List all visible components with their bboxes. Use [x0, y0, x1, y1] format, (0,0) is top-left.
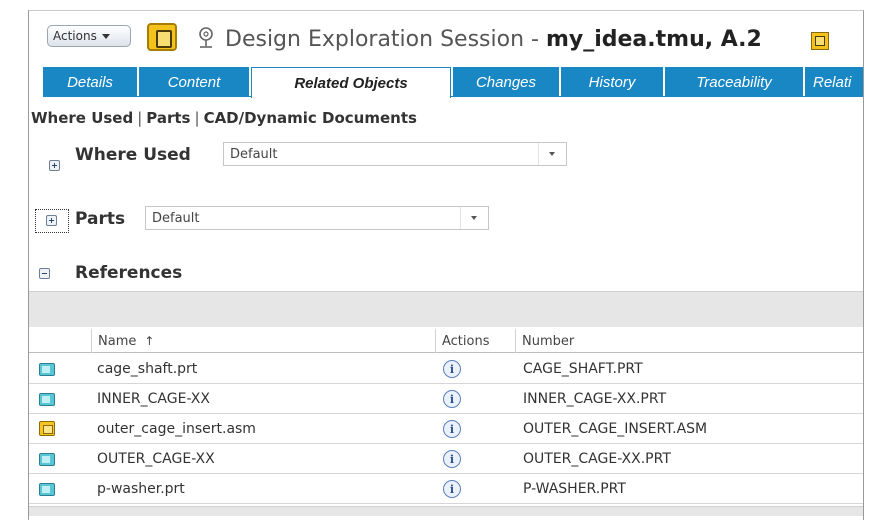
chevron-down-icon — [538, 143, 566, 165]
tab-bar: Details Content Related Objects Changes … — [43, 67, 863, 98]
row-name-link[interactable]: cage_shaft.prt — [97, 354, 197, 384]
actions-menu-label: Actions — [53, 29, 97, 43]
workspace-object-icon — [811, 32, 829, 50]
parts-view-select[interactable]: Default — [145, 206, 489, 230]
part-icon — [39, 363, 55, 376]
object-type-icon — [147, 23, 177, 51]
part-icon — [39, 453, 55, 466]
row-number: P-WASHER.PRT — [523, 481, 626, 497]
column-header-actions[interactable]: Actions — [435, 329, 515, 353]
assembly-icon — [39, 421, 55, 436]
table-row[interactable]: outer_cage_insert.asm i OUTER_CAGE_INSER… — [29, 414, 863, 444]
table-row[interactable]: OUTER_CAGE-XX i OUTER_CAGE-XX.PRT — [29, 444, 863, 474]
row-number: CAGE_SHAFT.PRT — [523, 361, 643, 377]
row-name-link[interactable]: p-washer.prt — [97, 474, 185, 504]
tab-content[interactable]: Content — [139, 67, 249, 97]
tab-related-objects[interactable]: Related Objects — [251, 67, 451, 98]
tab-history[interactable]: History — [561, 67, 663, 97]
info-icon[interactable]: i — [443, 360, 461, 378]
subnav-parts-link[interactable]: Parts — [146, 109, 190, 127]
page-header: Actions Design Exploration Session - my_… — [29, 11, 863, 67]
subnav-cad-documents-link[interactable]: CAD/Dynamic Documents — [204, 109, 417, 127]
table-row[interactable]: INNER_CAGE-XX i INNER_CAGE-XX.PRT — [29, 384, 863, 414]
location-pin-icon — [199, 27, 213, 48]
info-icon[interactable]: i — [443, 390, 461, 408]
where-used-view-select[interactable]: Default — [223, 142, 567, 166]
table-footer-bar — [29, 506, 863, 516]
row-number: OUTER_CAGE-XX.PRT — [523, 451, 671, 467]
tab-details[interactable]: Details — [43, 67, 137, 97]
references-collapse-toggle[interactable] — [39, 268, 50, 279]
object-page: Actions Design Exploration Session - my_… — [28, 10, 864, 520]
actions-menu-button[interactable]: Actions — [47, 25, 131, 47]
parts-view-value: Default — [152, 210, 200, 226]
row-name-link[interactable]: INNER_CAGE-XX — [97, 384, 210, 414]
where-used-expand-toggle[interactable] — [49, 160, 60, 171]
column-header-name[interactable]: Name ↑ — [91, 329, 435, 353]
part-icon — [39, 393, 55, 406]
row-number: INNER_CAGE-XX.PRT — [523, 391, 667, 407]
row-name-link[interactable]: outer_cage_insert.asm — [97, 414, 256, 444]
references-heading: References — [75, 263, 183, 283]
row-number: OUTER_CAGE_INSERT.ASM — [523, 421, 708, 437]
info-icon[interactable]: i — [443, 450, 461, 468]
row-name-link[interactable]: OUTER_CAGE-XX — [97, 444, 215, 474]
page-title: Design Exploration Session - my_idea.tmu… — [225, 27, 762, 52]
info-icon[interactable]: i — [443, 480, 461, 498]
where-used-heading: Where Used — [75, 145, 191, 165]
subnav-where-used-link[interactable]: Where Used — [31, 109, 133, 127]
chevron-down-icon — [101, 33, 110, 39]
subnav-separator: | — [137, 109, 143, 127]
chevron-down-icon — [460, 207, 488, 229]
subnav-separator: | — [194, 109, 200, 127]
column-header-number[interactable]: Number — [515, 329, 863, 353]
related-objects-subnav: Where Used | Parts | CAD/Dynamic Documents — [31, 109, 417, 127]
page-title-separator: - — [524, 27, 546, 52]
info-icon[interactable]: i — [443, 420, 461, 438]
column-name-label: Name — [98, 333, 137, 349]
page-title-type: Design Exploration Session — [225, 27, 525, 52]
tab-traceability[interactable]: Traceability — [665, 67, 803, 97]
where-used-view-value: Default — [230, 146, 278, 162]
tab-relationships[interactable]: Relati — [805, 67, 863, 97]
part-icon — [39, 483, 55, 496]
page-title-object: my_idea.tmu, A.2 — [545, 27, 762, 52]
parts-expand-toggle[interactable] — [46, 215, 57, 226]
references-table-header: Name ↑ Actions Number — [29, 329, 863, 353]
table-row[interactable]: cage_shaft.prt i CAGE_SHAFT.PRT — [29, 354, 863, 384]
sort-ascending-icon: ↑ — [144, 334, 155, 348]
parts-heading: Parts — [75, 209, 126, 229]
tab-changes[interactable]: Changes — [453, 67, 559, 97]
references-table-toolbar — [29, 291, 863, 327]
table-row[interactable]: p-washer.prt i P-WASHER.PRT — [29, 474, 863, 504]
